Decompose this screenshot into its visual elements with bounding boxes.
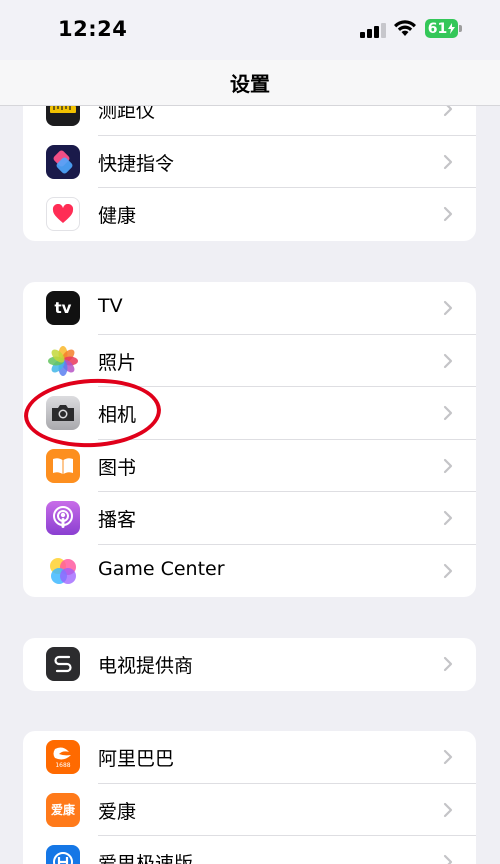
settings-group-apps: 1688 阿里巴巴 爱康 爱康 爱思极速版 [23,731,476,864]
chevron-right-icon [443,206,453,222]
settings-row-aikang[interactable]: 爱康 爱康 [23,784,476,836]
settings-row-label: 相机 [98,404,137,426]
settings-row-shortcuts[interactable]: 快捷指令 [23,136,476,188]
settings-row-tv-provider[interactable]: 电视提供商 [23,638,476,691]
chevron-right-icon [443,300,453,316]
health-icon [46,197,80,231]
settings-row-label: 健康 [98,205,137,227]
battery-level: 61 [427,20,448,37]
settings-row-health[interactable]: 健康 [23,188,476,241]
settings-row-label: 图书 [98,456,137,479]
chevron-right-icon [443,154,453,169]
settings-row-label: 快捷指令 [98,152,175,175]
books-icon [46,448,80,483]
alibaba-icon-text: 1688 [55,761,71,769]
camera-icon [46,396,80,430]
chevron-right-icon [443,802,453,817]
battery-cap [459,25,462,32]
settings-row-podcasts[interactable]: 播客 [23,492,476,545]
wifi-icon [394,20,416,36]
settings-row-label: TV [98,295,123,317]
settings-row-game-center[interactable]: Game Center [23,545,476,598]
chevron-right-icon [443,749,453,765]
settings-row-tv[interactable]: tv TV [23,282,476,335]
settings-row-label: Game Center [98,557,225,580]
settings-group-media: tv TV 照片 相机 图书 播客 Game Center [23,282,476,597]
chevron-right-icon [443,563,453,578]
apple-tv-icon-text: tv [54,299,72,317]
settings-row-label: 爱康 [98,800,137,823]
chevron-right-icon [443,405,453,421]
settings-row-label: 阿里巴巴 [98,748,175,770]
settings-group-tv-provider: 电视提供商 [23,638,476,691]
cellular-signal-icon [360,22,386,38]
settings-row-label: 电视提供商 [98,655,194,677]
apple-tv-icon: tv [46,291,80,325]
settings-row-aisi[interactable]: 爱思极速版 [23,836,476,864]
page-title: 设置 [230,72,270,96]
settings-row-camera[interactable]: 相机 [23,387,476,440]
podcasts-icon [46,501,80,535]
status-time: 12:24 [58,17,128,41]
navigation-bar: 设置 [0,60,500,106]
aikang-icon-text: 爱康 [50,803,75,817]
shortcuts-icon [46,144,80,179]
settings-row-books[interactable]: 图书 [23,440,476,492]
settings-row-label: 播客 [98,509,137,531]
alibaba-icon: 1688 [46,740,80,774]
chevron-right-icon [443,353,453,368]
chevron-right-icon [443,510,453,526]
photos-icon [46,343,80,378]
settings-row-alibaba[interactable]: 1688 阿里巴巴 [23,731,476,784]
settings-row-photos[interactable]: 照片 [23,335,476,387]
settings-row-label: 爱思极速版 [98,853,194,864]
game-center-icon [46,553,80,588]
settings-row-label: 照片 [98,351,137,374]
status-bar: 12:24 61 [0,0,500,60]
aikang-icon: 爱康 [46,792,80,827]
tv-provider-icon [46,647,80,681]
chevron-right-icon [443,854,453,864]
chevron-right-icon [443,458,453,473]
settings-group-system: 测距仪 快捷指令 健康 [23,83,476,241]
aisi-icon [46,845,80,864]
battery-indicator: 61 [425,19,458,38]
charging-bolt-icon [448,23,456,34]
chevron-right-icon [443,656,453,672]
